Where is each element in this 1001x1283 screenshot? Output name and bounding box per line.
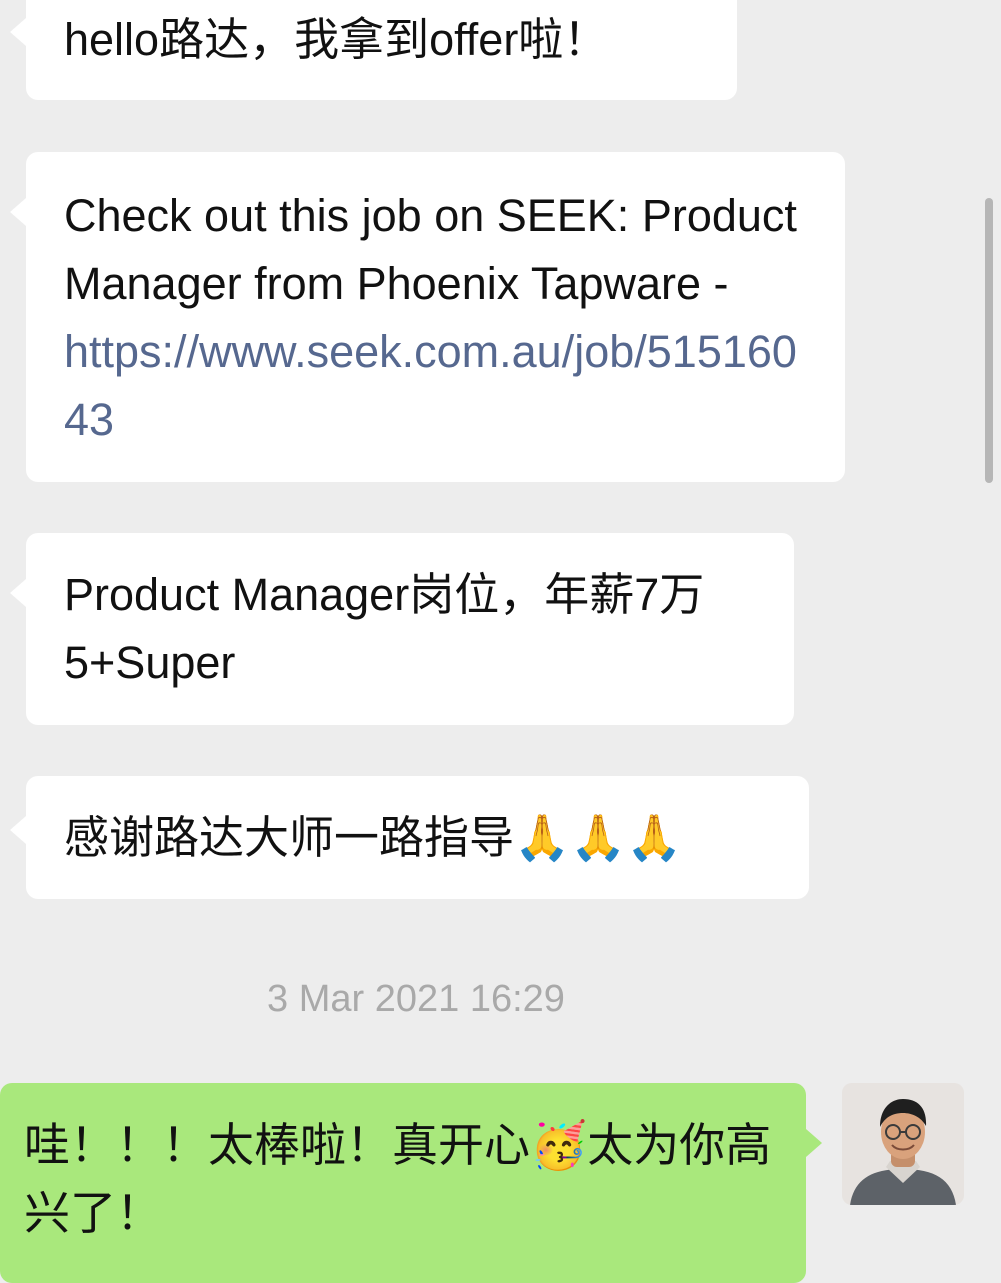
message-bubble[interactable]: hello路达，我拿到offer啦！	[10, 0, 737, 100]
scrollbar[interactable]	[985, 198, 993, 483]
chat-view: hello路达，我拿到offer啦！ Check out this job on…	[0, 0, 1001, 1283]
avatar[interactable]	[842, 1083, 964, 1205]
message-text: 感谢路达大师一路指导🙏🙏🙏	[64, 812, 683, 863]
user-avatar-icon	[842, 1083, 964, 1205]
reply-bubble[interactable]: 哇！！！太棒啦！真开心🥳太为你高兴了！	[0, 1083, 822, 1283]
message-timestamp: 3 Mar 2021 16:29	[267, 978, 565, 1020]
message-bubble[interactable]: Check out this job on SEEK: Product Mana…	[10, 152, 845, 482]
reply-text: 哇！！！太棒啦！真开心🥳太为你高兴了！	[24, 1119, 772, 1239]
job-link[interactable]: https://www.seek.com.au/job/51516043	[64, 326, 797, 445]
message-bubble[interactable]: 感谢路达大师一路指导🙏🙏🙏	[10, 776, 809, 899]
message-text: hello路达，我拿到offer啦！	[64, 14, 609, 65]
message-text: Product Manager岗位，年薪7万5+Super	[64, 569, 705, 688]
message-text: Check out this job on SEEK: Product Mana…	[64, 190, 797, 309]
message-bubble[interactable]: Product Manager岗位，年薪7万5+Super	[10, 533, 794, 725]
